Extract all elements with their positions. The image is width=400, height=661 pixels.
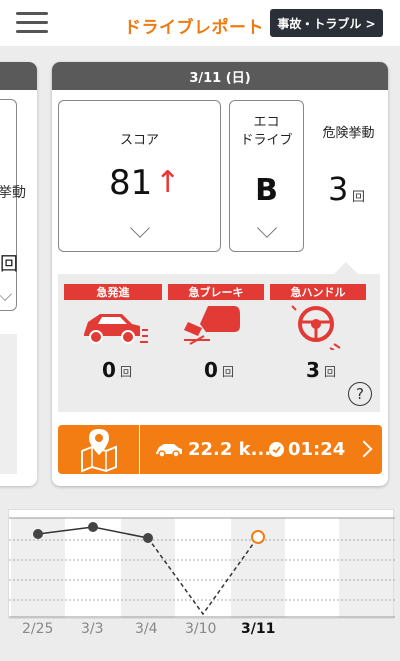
chevron-right-icon bbox=[355, 440, 373, 458]
route-distance: 22.2 k... bbox=[188, 439, 272, 460]
graph-date-label[interactable]: 3/10 bbox=[185, 621, 216, 637]
category-sudden-brake-label: 急ブレーキ bbox=[168, 284, 264, 300]
route-summary-button[interactable]: 22.2 k... 01:24 bbox=[58, 425, 382, 474]
score-point[interactable] bbox=[88, 522, 98, 532]
chevron-down-icon bbox=[130, 218, 150, 238]
score-history-graph[interactable] bbox=[8, 509, 395, 619]
sudden-brake-count: 0 bbox=[204, 358, 218, 382]
eco-drive-box[interactable]: エコ ドライブ B bbox=[229, 100, 304, 252]
graph-date-label-selected[interactable]: 3/11 bbox=[241, 621, 275, 637]
accident-trouble-button[interactable]: 事故・トラブル > bbox=[270, 9, 383, 37]
sudden-start-unit: 回 bbox=[120, 365, 133, 379]
steering-wheel-icon bbox=[291, 305, 341, 350]
help-icon[interactable]: ? bbox=[348, 382, 372, 406]
danger-behavior-label: 危険挙動 bbox=[322, 126, 375, 141]
score-point[interactable] bbox=[143, 533, 153, 543]
previous-report-card[interactable]: 挙動 回 bbox=[0, 62, 37, 486]
detail-pointer bbox=[334, 262, 358, 274]
menu-icon[interactable] bbox=[16, 12, 48, 34]
sudden-steer-unit: 回 bbox=[324, 365, 337, 379]
graph-date-label[interactable]: 3/3 bbox=[81, 621, 104, 637]
score-box[interactable]: スコア 81 ↑ bbox=[58, 100, 221, 252]
brake-pedal-icon bbox=[184, 306, 240, 345]
previous-detail-panel bbox=[0, 334, 17, 474]
eco-label-line1: エコ bbox=[253, 115, 280, 130]
chevron-down-icon bbox=[257, 218, 277, 238]
daily-report-card: 3/11 (日) スコア 81 ↑ エコ ドライブ B 危険挙動 3 回 急発進… bbox=[52, 62, 388, 486]
graph-date-label[interactable]: 3/4 bbox=[135, 621, 158, 637]
score-point-selected[interactable] bbox=[251, 530, 265, 544]
route-duration: 01:24 bbox=[288, 439, 346, 460]
danger-detail-panel: 急発進 急ブレーキ 急ハンドル 0 回 0 回 3 回 ? bbox=[58, 274, 380, 412]
eco-label-line2: ドライブ bbox=[240, 133, 293, 148]
category-sudden-steer-label: 急ハンドル bbox=[270, 284, 366, 300]
sudden-brake-unit: 回 bbox=[222, 365, 235, 379]
score-label: スコア bbox=[119, 133, 159, 148]
car-icon bbox=[156, 444, 182, 458]
score-value: 81 bbox=[109, 163, 153, 203]
sudden-start-count: 0 bbox=[102, 358, 116, 382]
clock-icon bbox=[269, 442, 284, 457]
report-date: 3/11 (日) bbox=[52, 62, 388, 90]
score-point[interactable] bbox=[33, 529, 43, 539]
previous-danger-label: 挙動 bbox=[0, 185, 26, 201]
score-up-arrow-icon: ↑ bbox=[155, 165, 181, 200]
graph-date-label[interactable]: 2/25 bbox=[22, 621, 53, 637]
previous-card-header bbox=[0, 62, 37, 90]
car-icon bbox=[84, 314, 148, 344]
eco-grade: B bbox=[255, 173, 278, 208]
route-map-icon bbox=[58, 425, 140, 474]
app-header: ドライブレポート 事故・トラブル > bbox=[0, 0, 400, 46]
category-sudden-start-label: 急発進 bbox=[64, 284, 162, 300]
danger-behavior-count: 3 bbox=[328, 170, 349, 208]
graph-column-7 bbox=[339, 518, 393, 618]
danger-behavior-unit: 回 bbox=[352, 190, 366, 205]
drive-report-screen: ドライブレポート 事故・トラブル > 挙動 回 3/11 (日) スコア 81 … bbox=[0, 0, 400, 661]
page-title: ドライブレポート bbox=[124, 18, 264, 38]
previous-danger-box bbox=[0, 99, 17, 311]
previous-danger-unit: 回 bbox=[0, 254, 18, 275]
sudden-steer-count: 3 bbox=[306, 358, 320, 382]
